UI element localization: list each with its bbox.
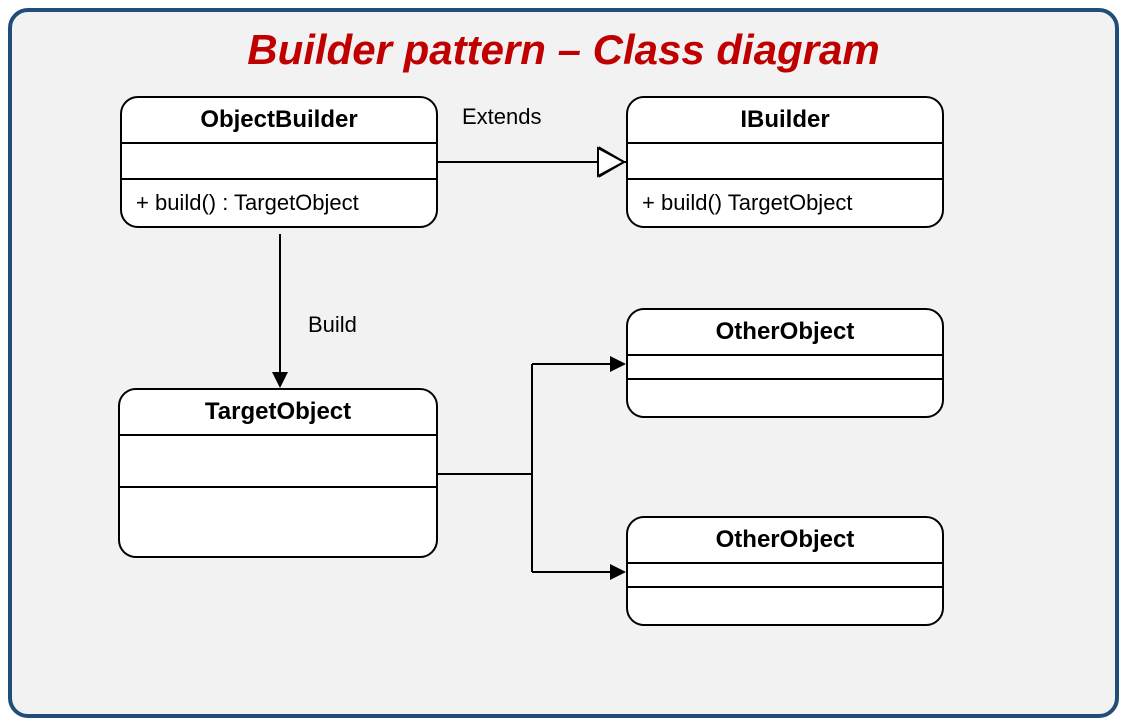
- class-ops: [628, 380, 942, 404]
- class-attrs: [120, 436, 436, 488]
- class-objectbuilder: ObjectBuilder + build() : TargetObject: [120, 96, 438, 228]
- class-targetobject: TargetObject: [118, 388, 438, 558]
- class-ops: [120, 488, 436, 540]
- edge-label-build: Build: [308, 312, 357, 338]
- class-otherobject-2: OtherObject: [626, 516, 944, 626]
- class-attrs: [122, 144, 436, 180]
- class-name: OtherObject: [628, 310, 942, 356]
- class-ops: + build() : TargetObject: [122, 180, 436, 226]
- class-name: ObjectBuilder: [122, 98, 436, 144]
- class-attrs: [628, 144, 942, 180]
- diagram-frame: Builder pattern – Class diagram ObjectBu…: [8, 8, 1119, 718]
- class-attrs: [628, 356, 942, 380]
- class-name: OtherObject: [628, 518, 942, 564]
- class-name: TargetObject: [120, 390, 436, 436]
- diagram-title: Builder pattern – Class diagram: [12, 26, 1115, 74]
- class-name: IBuilder: [628, 98, 942, 144]
- edge-label-extends: Extends: [462, 104, 542, 130]
- class-attrs: [628, 564, 942, 588]
- class-ops: [628, 588, 942, 612]
- class-otherobject-1: OtherObject: [626, 308, 944, 418]
- class-ops: + build() TargetObject: [628, 180, 942, 226]
- class-ibuilder: IBuilder + build() TargetObject: [626, 96, 944, 228]
